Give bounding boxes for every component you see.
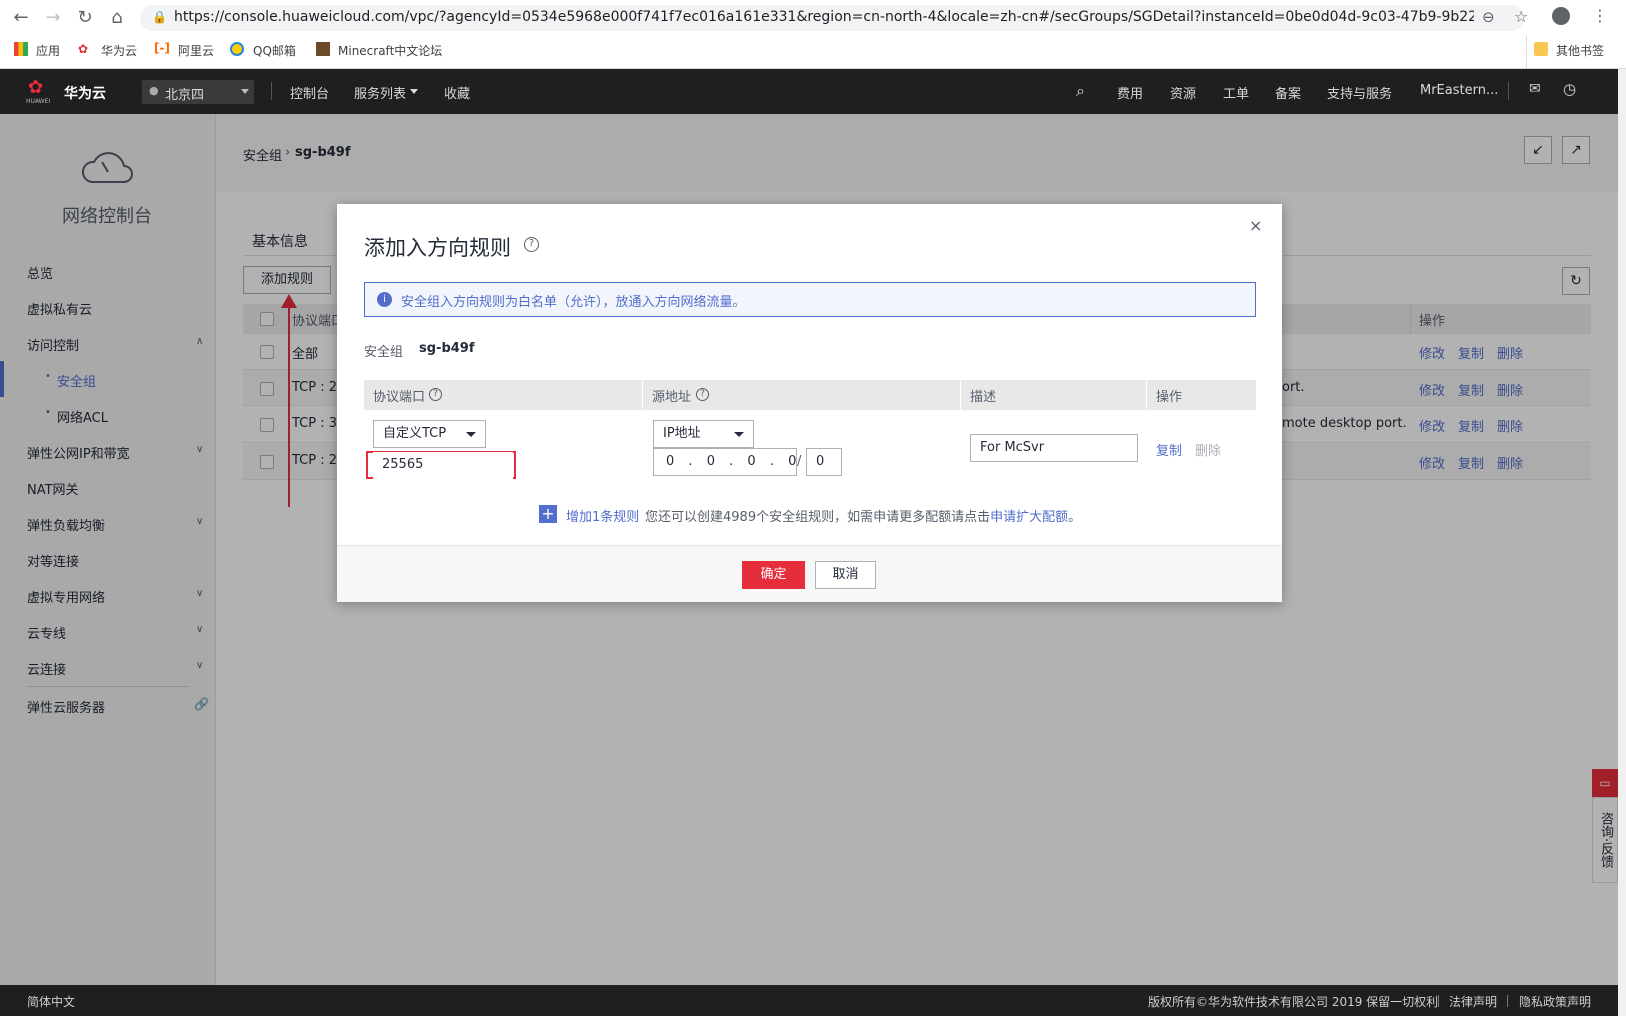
- ip-dot: .: [769, 454, 774, 469]
- qqmail-bookmark-icon: [230, 42, 244, 56]
- bookmark-minecraft[interactable]: Minecraft中文论坛: [338, 42, 442, 59]
- quota-link[interactable]: 申请扩大配额: [990, 510, 1068, 525]
- logo-text: HUAWEI: [26, 98, 51, 105]
- ip-dot: .: [729, 454, 734, 469]
- header-divider-2: [1508, 82, 1509, 100]
- sg-label: 安全组: [364, 345, 404, 360]
- forward-icon[interactable]: →: [41, 6, 65, 30]
- th-source: 源地址: [652, 390, 692, 405]
- bookmark-other[interactable]: 其他书签: [1556, 42, 1604, 59]
- language-switch[interactable]: 简体中文: [27, 993, 75, 1010]
- user-account[interactable]: MrEastern...: [1420, 83, 1498, 98]
- folder-icon: [1534, 42, 1548, 56]
- legal-link[interactable]: 法律声明: [1449, 993, 1497, 1010]
- services-caret-icon: [410, 89, 418, 94]
- th-protocol: 协议端口: [373, 390, 426, 405]
- chevron-down-icon: [466, 432, 476, 437]
- description-input[interactable]: For McSvr: [970, 434, 1138, 462]
- cancel-button[interactable]: 取消: [815, 561, 876, 589]
- lock-icon: 🔒: [152, 10, 167, 24]
- dialog-title: 添加入方向规则: [364, 236, 511, 260]
- privacy-link[interactable]: 隐私政策声明: [1519, 993, 1591, 1010]
- source-type-select[interactable]: IP地址: [653, 420, 754, 448]
- port-input[interactable]: 25565: [373, 452, 513, 480]
- confirm-button[interactable]: 确定: [742, 561, 805, 589]
- mask-input[interactable]: 0: [806, 448, 842, 476]
- help-icon[interactable]: ?: [696, 388, 709, 401]
- nav-billing[interactable]: 费用: [1117, 83, 1143, 102]
- home-icon[interactable]: ⌂: [105, 6, 129, 30]
- apps-grid-icon: [14, 42, 28, 56]
- copyright-text: 版权所有©华为软件技术有限公司 2019 保留一切权利: [1148, 995, 1439, 1009]
- source-type-value: IP地址: [663, 426, 701, 441]
- nav-console[interactable]: 控制台: [290, 83, 329, 102]
- nav-resources[interactable]: 资源: [1170, 83, 1196, 102]
- ip-octet: 0: [788, 454, 797, 469]
- nav-tickets[interactable]: 工单: [1223, 83, 1249, 102]
- footer-divider: [1507, 995, 1508, 1007]
- reload-icon[interactable]: ↻: [73, 6, 97, 30]
- info-text: 安全组入方向规则为白名单（允许），放通入方向网络流量。: [401, 295, 746, 310]
- protocol-select[interactable]: 自定义TCP: [373, 420, 486, 448]
- bookmark-huawei[interactable]: 华为云: [101, 42, 137, 59]
- info-icon: i: [377, 292, 392, 307]
- nav-services[interactable]: 服务列表: [354, 83, 406, 102]
- add-one-rule-link[interactable]: 增加1条规则: [566, 506, 639, 525]
- th-ops: 操作: [1156, 390, 1183, 405]
- help-icon[interactable]: ?: [429, 388, 442, 401]
- url-text[interactable]: https://console.huaweicloud.com/vpc/?age…: [174, 9, 1474, 25]
- ip-dot: .: [688, 454, 693, 469]
- th-desc: 描述: [970, 390, 997, 405]
- chevron-down-icon: [734, 432, 744, 437]
- minecraft-bookmark-icon: [316, 42, 330, 56]
- location-pin-icon: ●: [149, 84, 159, 97]
- ip-address-input[interactable]: 0 . 0 . 0 . 0: [653, 448, 797, 476]
- row-copy-link[interactable]: 复制: [1156, 440, 1182, 459]
- brand-name[interactable]: 华为云: [64, 83, 106, 103]
- bookmark-aliyun[interactable]: 阿里云: [178, 42, 214, 59]
- huawei-logo-icon: ✿: [28, 77, 44, 98]
- footer-divider: [1438, 995, 1439, 1007]
- quota-message: 您还可以创建4989个安全组规则，如需申请更多配额请点击: [645, 510, 991, 525]
- bookmark-qqmail[interactable]: QQ邮箱: [253, 42, 296, 59]
- sg-value: sg-b49f: [419, 341, 475, 356]
- header-divider: [271, 82, 272, 100]
- clock-icon[interactable]: ◷: [1563, 80, 1576, 98]
- menu-dots-icon[interactable]: ⋮: [1592, 6, 1608, 25]
- row-delete-link[interactable]: 删除: [1195, 440, 1221, 459]
- mask-slash: /: [797, 454, 802, 469]
- profile-icon[interactable]: [1552, 7, 1570, 25]
- quota-end: 。: [1068, 510, 1082, 525]
- help-icon[interactable]: ?: [524, 237, 539, 252]
- bookmark-divider: [1526, 35, 1527, 69]
- region-name: 北京四: [165, 88, 205, 103]
- bookmark-apps[interactable]: 应用: [36, 42, 60, 59]
- close-icon[interactable]: ×: [1249, 216, 1262, 235]
- plus-icon[interactable]: +: [539, 505, 557, 523]
- ip-octet: 0: [747, 454, 756, 469]
- ip-octet: 0: [706, 454, 715, 469]
- nav-filing[interactable]: 备案: [1275, 83, 1301, 102]
- nav-favorites[interactable]: 收藏: [444, 83, 470, 102]
- mail-icon[interactable]: ✉: [1529, 81, 1541, 97]
- aliyun-bookmark-icon: [-]: [154, 41, 170, 55]
- nav-support[interactable]: 支持与服务: [1327, 83, 1392, 102]
- search-icon[interactable]: ⌕: [1076, 81, 1085, 101]
- dialog-footer: [337, 545, 1282, 602]
- region-caret-icon: [241, 89, 249, 94]
- quota-text: 您还可以创建4989个安全组规则，如需申请更多配额请点击申请扩大配额。: [645, 506, 1081, 525]
- page-scrollbar[interactable]: [1618, 69, 1626, 1016]
- zoom-icon[interactable]: ⊖: [1482, 8, 1495, 26]
- bookmarks-bar: [0, 35, 1626, 69]
- ip-octet: 0: [666, 454, 675, 469]
- protocol-select-value: 自定义TCP: [383, 426, 447, 441]
- star-icon[interactable]: ☆: [1514, 7, 1528, 26]
- back-icon[interactable]: ←: [9, 6, 33, 30]
- huawei-bookmark-icon: ✿: [78, 42, 89, 56]
